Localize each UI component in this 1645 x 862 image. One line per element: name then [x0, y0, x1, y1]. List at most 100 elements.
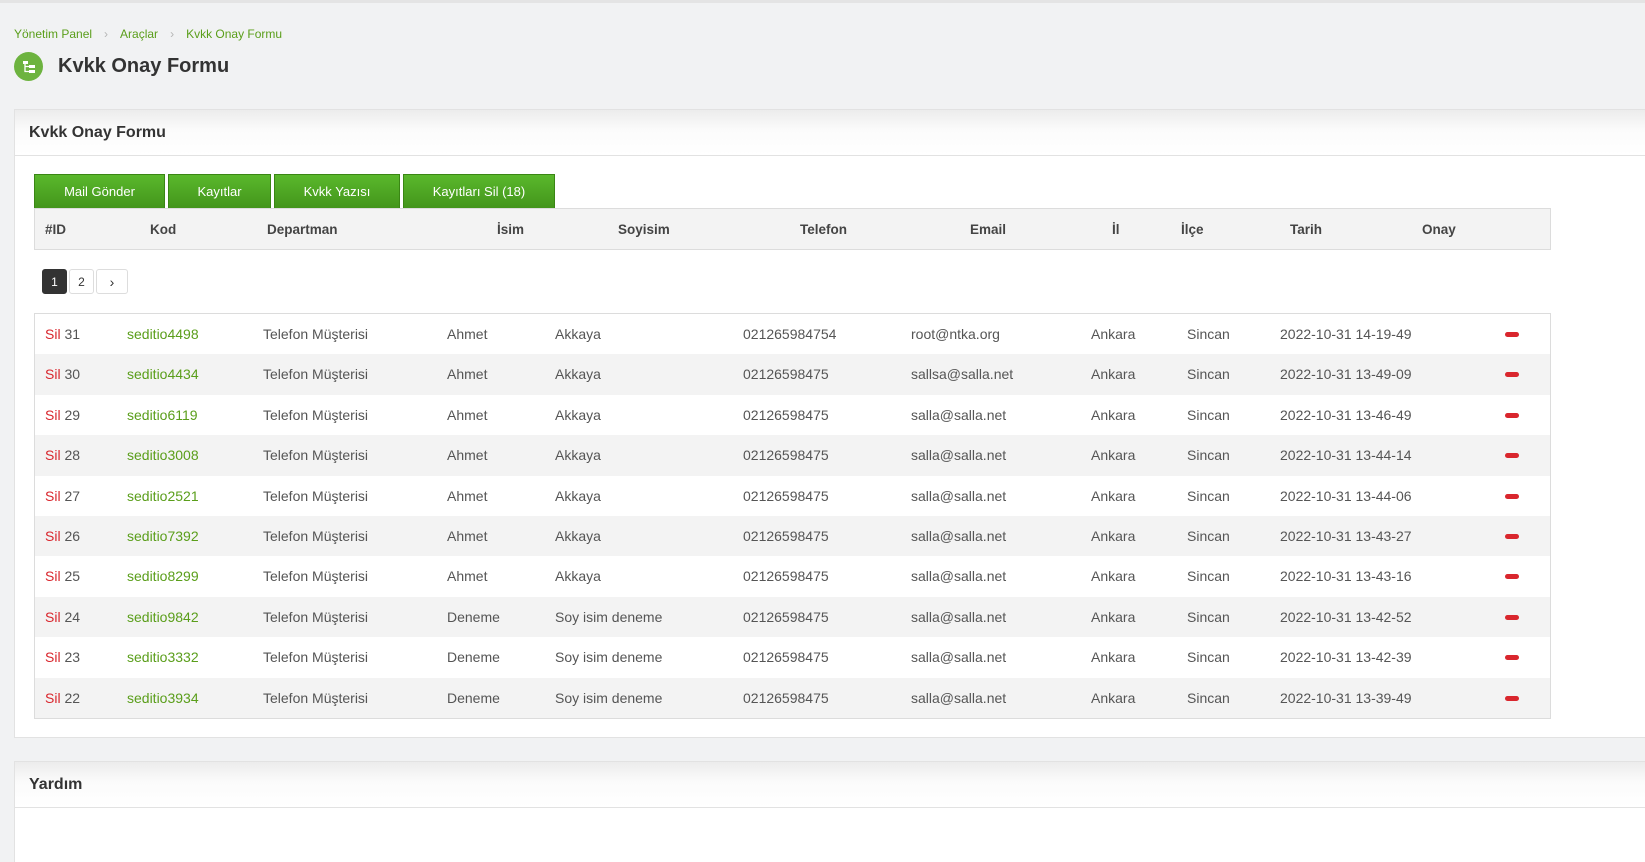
- record-district: Sincan: [1187, 487, 1230, 504]
- delete-link[interactable]: Sil: [45, 447, 61, 463]
- record-name: Ahmet: [447, 487, 488, 504]
- delete-link[interactable]: Sil: [45, 568, 61, 584]
- delete-link[interactable]: Sil: [45, 407, 61, 423]
- record-city: Ankara: [1091, 689, 1136, 706]
- record-surname: Akkaya: [555, 487, 601, 504]
- record-id: 25: [64, 568, 81, 585]
- table-row: Sil 29 seditio6119 Telefon Müşterisi Ahm…: [35, 395, 1550, 435]
- record-email: salla@salla.net: [911, 487, 1007, 504]
- column-header-departman[interactable]: Departman: [267, 222, 338, 237]
- minus-icon[interactable]: [1505, 574, 1519, 580]
- page-2-button[interactable]: 2: [69, 269, 94, 294]
- record-phone: 02126598475: [743, 366, 829, 383]
- column-header-isim[interactable]: İsim: [497, 222, 524, 237]
- record-code[interactable]: seditio4434: [127, 366, 199, 382]
- table-row: Sil 25 seditio8299 Telefon Müşterisi Ahm…: [35, 556, 1550, 596]
- minus-icon[interactable]: [1505, 695, 1519, 701]
- column-header-il[interactable]: İl: [1112, 222, 1120, 237]
- column-header-soyisim[interactable]: Soyisim: [618, 222, 670, 237]
- record-date: 2022-10-31 13-46-49: [1280, 406, 1412, 423]
- record-email: salla@salla.net: [911, 527, 1007, 544]
- mail-send-button[interactable]: Mail Gönder: [34, 174, 165, 209]
- minus-icon[interactable]: [1505, 493, 1519, 499]
- table-row: Sil 24 seditio9842 Telefon Müşterisi Den…: [35, 596, 1550, 638]
- table-row: Sil 22 seditio3934 Telefon Müşterisi Den…: [35, 677, 1550, 718]
- page-title: Kvkk Onay Formu: [58, 55, 230, 77]
- minus-icon[interactable]: [1505, 332, 1519, 337]
- record-id: 30: [64, 366, 81, 383]
- record-department: Telefon Müşterisi: [263, 568, 369, 585]
- column-header-tarih[interactable]: Tarih: [1290, 222, 1322, 237]
- record-city: Ankara: [1091, 326, 1136, 342]
- delete-link[interactable]: Sil: [45, 366, 61, 382]
- table-row: Sil 31 seditio4498 Telefon Müşterisi Ahm…: [35, 314, 1550, 354]
- record-department: Telefon Müşterisi: [263, 487, 369, 504]
- record-name: Ahmet: [447, 326, 488, 342]
- record-code[interactable]: seditio3008: [127, 447, 199, 463]
- breadcrumb-item-current[interactable]: Kvkk Onay Formu: [186, 27, 282, 41]
- column-header-telefon[interactable]: Telefon: [800, 222, 847, 237]
- delete-link[interactable]: Sil: [45, 649, 61, 665]
- record-district: Sincan: [1187, 326, 1230, 342]
- page-1-button[interactable]: 1: [42, 269, 67, 294]
- record-district: Sincan: [1187, 649, 1230, 666]
- record-name: Ahmet: [447, 406, 488, 423]
- chevron-right-icon: ›: [104, 27, 109, 41]
- record-phone: 021265984754: [743, 326, 837, 342]
- records-button[interactable]: Kayıtlar: [168, 174, 271, 209]
- breadcrumb-item-araclar[interactable]: Araçlar: [120, 27, 158, 41]
- record-date: 2022-10-31 14-19-49: [1280, 326, 1412, 342]
- chevron-right-icon: ›: [170, 27, 175, 41]
- record-email: root@ntka.org: [911, 326, 1000, 342]
- column-header-ilce[interactable]: İlçe: [1181, 222, 1204, 237]
- record-code[interactable]: seditio2521: [127, 488, 199, 504]
- record-surname: Akkaya: [555, 568, 601, 585]
- column-header-id[interactable]: #ID: [45, 222, 66, 237]
- breadcrumb-item-yonetim-panel[interactable]: Yönetim Panel: [14, 27, 92, 41]
- table-row: Sil 26 seditio7392 Telefon Müşterisi Ahm…: [35, 515, 1550, 557]
- record-city: Ankara: [1091, 366, 1136, 383]
- minus-icon[interactable]: [1505, 453, 1519, 459]
- record-city: Ankara: [1091, 527, 1136, 544]
- delete-link[interactable]: Sil: [45, 690, 61, 706]
- delete-link[interactable]: Sil: [45, 488, 61, 504]
- record-code[interactable]: seditio6119: [127, 407, 198, 423]
- kvkk-panel: Kvkk Onay Formu Mail Gönder Kayıtlar Kvk…: [14, 109, 1645, 738]
- delete-link[interactable]: Sil: [45, 528, 61, 544]
- column-header-kod[interactable]: Kod: [150, 222, 176, 237]
- kvkk-text-button[interactable]: Kvkk Yazısı: [274, 174, 400, 209]
- pagination: 1 2 ›: [42, 269, 130, 294]
- minus-icon[interactable]: [1505, 533, 1519, 539]
- record-date: 2022-10-31 13-42-39: [1280, 649, 1412, 666]
- table-row: Sil 23 seditio3332 Telefon Müşterisi Den…: [35, 637, 1550, 677]
- minus-icon[interactable]: [1505, 655, 1519, 661]
- record-code[interactable]: seditio3332: [127, 649, 199, 665]
- record-date: 2022-10-31 13-43-27: [1280, 527, 1412, 544]
- record-date: 2022-10-31 13-44-06: [1280, 487, 1412, 504]
- delete-link[interactable]: Sil: [45, 609, 61, 625]
- record-district: Sincan: [1187, 447, 1230, 464]
- record-city: Ankara: [1091, 568, 1136, 585]
- panel-title: Kvkk Onay Formu: [15, 110, 1645, 156]
- record-code[interactable]: seditio4498: [127, 326, 199, 342]
- record-phone: 02126598475: [743, 649, 829, 666]
- record-surname: Soy isim deneme: [555, 649, 663, 666]
- record-code[interactable]: seditio3934: [127, 690, 199, 706]
- minus-icon[interactable]: [1505, 412, 1519, 418]
- next-page-button[interactable]: ›: [96, 269, 128, 294]
- delete-records-button[interactable]: Kayıtları Sil (18): [403, 174, 555, 209]
- record-department: Telefon Müşterisi: [263, 366, 369, 383]
- record-district: Sincan: [1187, 527, 1230, 544]
- record-phone: 02126598475: [743, 487, 829, 504]
- record-name: Ahmet: [447, 568, 488, 585]
- record-code[interactable]: seditio9842: [127, 609, 199, 625]
- record-code[interactable]: seditio7392: [127, 528, 199, 544]
- delete-link[interactable]: Sil: [45, 326, 61, 342]
- column-header-onay[interactable]: Onay: [1422, 222, 1456, 237]
- record-id: 31: [64, 326, 81, 342]
- page-header: Kvkk Onay Formu: [14, 52, 229, 81]
- minus-icon[interactable]: [1505, 614, 1519, 620]
- minus-icon[interactable]: [1505, 372, 1519, 378]
- record-code[interactable]: seditio8299: [127, 568, 199, 584]
- column-header-email[interactable]: Email: [970, 222, 1006, 237]
